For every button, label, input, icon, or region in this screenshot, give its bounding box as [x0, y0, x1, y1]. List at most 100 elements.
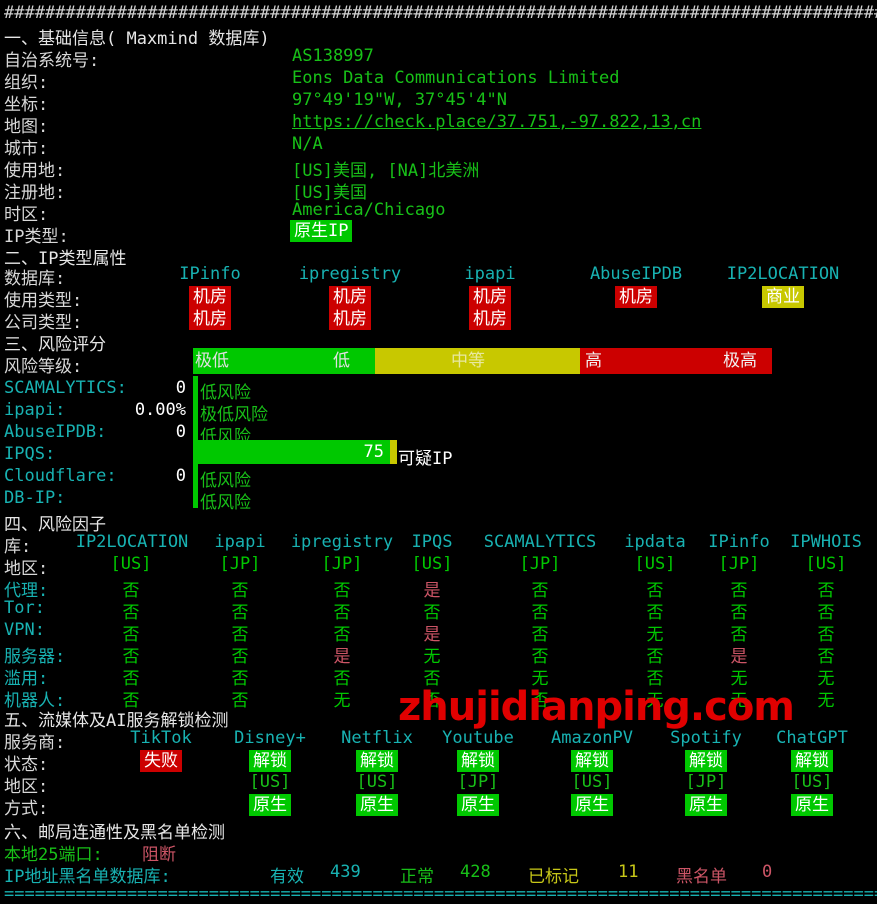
stream-region-amazonpv: [US] — [571, 772, 613, 792]
stream-method-wrap: 原生 — [752, 794, 872, 816]
risk-scale-label-veryhigh: 极高 — [723, 351, 757, 371]
factor-col-scamalytics: SCAMALYTICS — [483, 532, 597, 552]
factor-cell-region-ipwhois: [US] — [805, 554, 847, 574]
stream-status-amazonpv: 解锁 — [571, 750, 613, 772]
score-bar-dbip — [193, 486, 198, 508]
stream-status-wrap: 解锁 — [752, 750, 872, 772]
score-bar-scamalytics — [193, 376, 198, 398]
stream-region-youtube: [JP] — [457, 772, 499, 792]
score-value-cloudflare: 0 — [175, 466, 186, 486]
factor-col-ipwhois: IPWHOIS — [790, 532, 862, 552]
factor-cell-bot-ipqs: 否 — [423, 691, 441, 711]
score-value-abuseipdb: 0 — [175, 422, 186, 442]
score-name-abuseipdb: AbuseIPDB: — [4, 422, 107, 442]
stream-status-wrap: 解锁 — [210, 750, 330, 772]
stream-status-netflix: 解锁 — [356, 750, 398, 772]
stream-method-youtube: 原生 — [457, 794, 499, 816]
stream-provider-disney: Disney+ — [234, 728, 306, 748]
label-risk-level: 风险等级: — [4, 357, 83, 377]
factor-row-label-vpn: VPN: — [4, 620, 45, 640]
stream-status-spotify: 解锁 — [685, 750, 727, 772]
badge-usage-abuseipdb: 机房 — [615, 286, 657, 308]
stream-method-netflix: 原生 — [356, 794, 398, 816]
equals-separator-bottom: ========================================… — [4, 884, 877, 904]
score-value-ipapi: 0.00% — [134, 400, 186, 420]
stream-status-disney: 解锁 — [249, 750, 291, 772]
factor-row-label-tor: Tor: — [4, 598, 45, 618]
stream-status-chatgpt: 解锁 — [791, 750, 833, 772]
factor-cell-region-ipregistry: [JP] — [321, 554, 363, 574]
stream-region-chatgpt: [US] — [791, 772, 833, 792]
factor-col-ip2location: IP2LOCATION — [75, 532, 189, 552]
stream-status-wrap: 解锁 — [418, 750, 538, 772]
factor-cell-region-scamalytics: [JP] — [519, 554, 561, 574]
stream-provider-amazonpv: AmazonPV — [551, 728, 633, 748]
factor-cell-bot-ipregistry: 无 — [333, 691, 351, 711]
stream-provider-chatgpt: ChatGPT — [776, 728, 848, 748]
factor-col-ipinfo: IPinfo — [708, 532, 770, 552]
factor-cell-bot-ipinfo: 无 — [730, 691, 748, 711]
stream-provider-spotify: Spotify — [670, 728, 742, 748]
stream-provider-tiktok: TikTok — [130, 728, 192, 748]
risk-scale-label-verylow: 极低 — [195, 351, 229, 371]
badge-usage-ipregistry: 机房 — [329, 286, 371, 308]
stream-method-wrap: 原生 — [532, 794, 652, 816]
value-coords: 97°49'19"W, 37°45'4"N — [292, 90, 507, 110]
value-org: Eons Data Communications Limited — [292, 68, 620, 88]
col-header-ip2location: IP2LOCATION — [726, 264, 840, 284]
score-name-cloudflare: Cloudflare: — [4, 466, 117, 486]
stream-region-spotify: [JP] — [685, 772, 727, 792]
stream-region-disney: [US] — [249, 772, 291, 792]
stream-status-tiktok: 失败 — [140, 750, 182, 772]
score-verdict-dbip: 低风险 — [200, 493, 251, 513]
stream-status-wrap: 解锁 — [646, 750, 766, 772]
stream-method-wrap: 原生 — [210, 794, 330, 816]
risk-scale-label-low: 低 — [333, 351, 350, 371]
badge-company-ipregistry: 机房 — [329, 308, 371, 330]
score-name-ipqs: IPQS: — [4, 444, 56, 464]
badge-usage-ipapi: 机房 — [469, 286, 511, 308]
stream-method-amazonpv: 原生 — [571, 794, 613, 816]
score-bar-abuseipdb — [193, 420, 198, 442]
risk-scale-bar: 极低 低 中等 高 极高 — [193, 348, 772, 374]
score-name-scamalytics: SCAMALYTICS: — [4, 378, 127, 398]
factor-col-ipdata: ipdata — [624, 532, 686, 552]
score-bar-ipapi — [193, 398, 198, 420]
score-name-ipapi: ipapi: — [4, 400, 66, 420]
risk-scale-label-high: 高 — [585, 351, 602, 371]
stream-method-chatgpt: 原生 — [791, 794, 833, 816]
factor-cell-region-ip2location: [US] — [110, 554, 152, 574]
badge-usage-ip2location: 商业 — [762, 286, 804, 308]
score-value-scamalytics: 0 — [175, 378, 186, 398]
value-asn: AS138997 — [292, 46, 374, 66]
stream-provider-youtube: Youtube — [442, 728, 514, 748]
factor-cell-bot-ipwhois: 无 — [817, 691, 835, 711]
stream-method-wrap: 原生 — [418, 794, 538, 816]
score-verdict-ipqs: 可疑IP — [398, 449, 453, 469]
factor-cell-region-ipinfo: [JP] — [718, 554, 760, 574]
score-bar-cloudflare — [193, 464, 198, 486]
blacklist-value-valid: 439 — [330, 862, 361, 882]
terminal-screen: ########################################… — [0, 0, 877, 904]
badge-usage-ipinfo: 机房 — [189, 286, 231, 308]
risk-scale-label-medium: 中等 — [451, 351, 485, 371]
map-link[interactable]: https://check.place/37.751,-97.822,13,cn — [292, 112, 701, 132]
factor-col-ipqs: IPQS — [411, 532, 453, 552]
stream-method-spotify: 原生 — [685, 794, 727, 816]
label-method: 方式: — [4, 799, 49, 819]
badge-company-ipapi: 机房 — [469, 308, 511, 330]
stream-status-wrap: 解锁 — [532, 750, 652, 772]
score-name-dbip: DB-IP: — [4, 488, 66, 508]
score-marker-ipqs — [390, 440, 397, 464]
blacklist-value-blacklisted: 0 — [762, 862, 773, 882]
hash-separator-top: ########################################… — [4, 3, 877, 23]
stream-status-youtube: 解锁 — [457, 750, 499, 772]
badge-ip-type: 原生IP — [290, 220, 353, 242]
stream-method-wrap: 原生 — [646, 794, 766, 816]
value-city: N/A — [292, 134, 323, 154]
blacklist-value-flagged: 11 — [618, 862, 639, 882]
factor-cell-bot-scamalytics: 否 — [531, 691, 549, 711]
value-timezone: America/Chicago — [292, 200, 446, 220]
blacklist-value-normal: 428 — [460, 862, 491, 882]
stream-method-disney: 原生 — [249, 794, 291, 816]
